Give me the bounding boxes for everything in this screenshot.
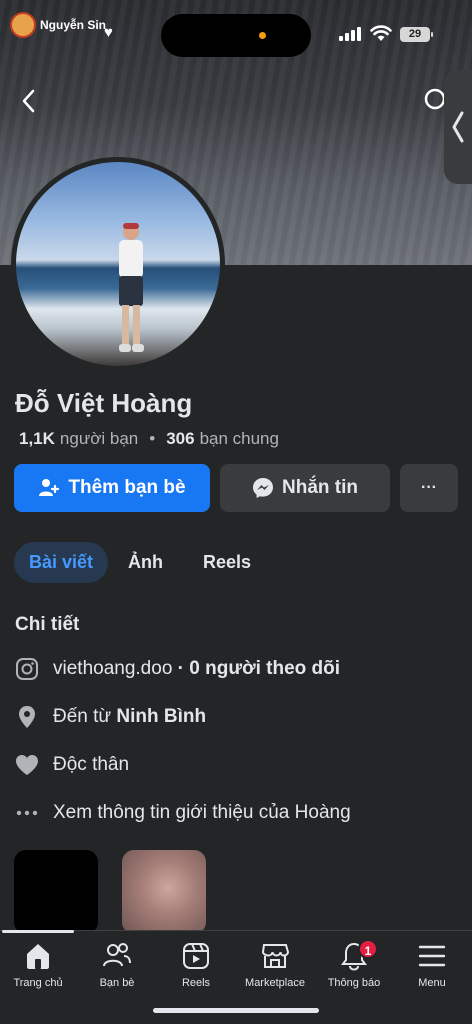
dynamic-island bbox=[161, 14, 311, 57]
status-bar: Nguyễn Sin ♥ 29 bbox=[0, 0, 472, 60]
nav-friends[interactable]: Bạn bè bbox=[77, 941, 157, 989]
profile-tabs: Bài viết Ảnh Reels bbox=[14, 542, 271, 583]
nav-menu-label: Menu bbox=[418, 977, 446, 989]
person-silhouette bbox=[119, 223, 144, 352]
menu-icon bbox=[418, 945, 446, 967]
add-friend-icon bbox=[39, 479, 60, 496]
profile-avatar[interactable] bbox=[11, 157, 225, 371]
side-panel-handle[interactable] bbox=[444, 70, 472, 184]
nav-reels[interactable]: Reels bbox=[156, 941, 236, 989]
watermark-logo: Nguyễn Sin bbox=[10, 12, 106, 38]
nav-home-label: Trang chủ bbox=[13, 977, 63, 989]
instagram-detail[interactable]: viethoang.doo · 0 người theo dõi bbox=[14, 656, 340, 681]
mutual-friends-label: bạn chung bbox=[199, 429, 279, 448]
nav-marketplace[interactable]: Marketplace bbox=[235, 941, 315, 989]
watermark-avatar bbox=[10, 12, 36, 38]
cellular-signal-icon bbox=[339, 27, 361, 41]
relationship-detail: Độc thân bbox=[14, 752, 129, 777]
profile-stats[interactable]: 1,1K người bạn • 306 bạn chung bbox=[19, 429, 279, 449]
friends-count: 1,1K bbox=[19, 429, 55, 448]
tab-photos[interactable]: Ảnh bbox=[108, 542, 183, 583]
back-button[interactable] bbox=[14, 86, 44, 116]
heart-icon: ♥ bbox=[104, 24, 113, 41]
more-dots-icon bbox=[14, 800, 39, 825]
hometown-detail: Đến từ Ninh Bình bbox=[14, 704, 206, 729]
notification-badge: 1 bbox=[358, 939, 378, 959]
tab-posts[interactable]: Bài viết bbox=[14, 542, 109, 583]
wifi-icon bbox=[370, 25, 392, 41]
tab-reels[interactable]: Reels bbox=[183, 542, 271, 583]
nav-reels-label: Reels bbox=[181, 977, 211, 989]
see-more-label: Xem thông tin giới thiệu của Hoàng bbox=[53, 801, 351, 823]
instagram-handle[interactable]: viethoang.doo bbox=[53, 658, 172, 679]
location-pin-icon bbox=[14, 704, 39, 729]
hometown-prefix: Đến từ bbox=[53, 705, 112, 727]
friends-label: người bạn bbox=[59, 429, 139, 448]
nav-home[interactable]: Trang chủ bbox=[0, 941, 78, 989]
stats-separator: • bbox=[149, 429, 156, 448]
photo-thumbnail[interactable] bbox=[122, 850, 206, 934]
more-options-button[interactable]: ··· bbox=[400, 464, 458, 512]
watermark-title: Nguyễn Sin bbox=[40, 18, 107, 32]
chevron-left-icon bbox=[452, 111, 464, 143]
instagram-icon bbox=[14, 656, 39, 681]
relationship-status: Độc thân bbox=[53, 753, 130, 775]
instagram-followers: · 0 người theo dõi bbox=[177, 657, 341, 679]
nav-marketplace-label: Marketplace bbox=[245, 977, 305, 989]
reels-icon bbox=[183, 943, 209, 969]
heart-icon bbox=[14, 752, 39, 777]
message-button[interactable]: Nhắn tin bbox=[220, 464, 390, 512]
details-heading: Chi tiết bbox=[15, 614, 80, 635]
see-more-about[interactable]: Xem thông tin giới thiệu của Hoàng bbox=[14, 800, 351, 825]
chevron-left-icon bbox=[22, 89, 35, 113]
home-indicator[interactable] bbox=[153, 1008, 319, 1013]
more-options-label: ··· bbox=[421, 479, 437, 496]
avatar-photo bbox=[16, 162, 220, 366]
nav-friends-label: Bạn bè bbox=[99, 977, 135, 989]
nav-menu[interactable]: Menu bbox=[392, 941, 472, 989]
hometown-value[interactable]: Ninh Bình bbox=[116, 706, 206, 727]
friends-icon bbox=[103, 943, 131, 967]
battery-indicator: 29 bbox=[400, 27, 433, 42]
photo-thumbnail[interactable] bbox=[14, 850, 98, 934]
marketplace-icon bbox=[261, 944, 290, 968]
add-friend-label: Thêm bạn bè bbox=[68, 477, 186, 498]
messenger-icon bbox=[253, 478, 273, 498]
nav-notifications-label: Thông báo bbox=[327, 977, 381, 989]
profile-name: Đỗ Việt Hoàng bbox=[15, 388, 193, 418]
active-tab-indicator bbox=[2, 930, 74, 933]
message-label: Nhắn tin bbox=[282, 477, 358, 498]
add-friend-button[interactable]: Thêm bạn bè bbox=[14, 464, 210, 512]
recording-indicator-icon bbox=[259, 32, 266, 39]
home-icon bbox=[27, 944, 49, 969]
mutual-friends-count: 306 bbox=[166, 429, 195, 448]
nav-notifications[interactable]: 1 Thông báo bbox=[314, 939, 394, 989]
